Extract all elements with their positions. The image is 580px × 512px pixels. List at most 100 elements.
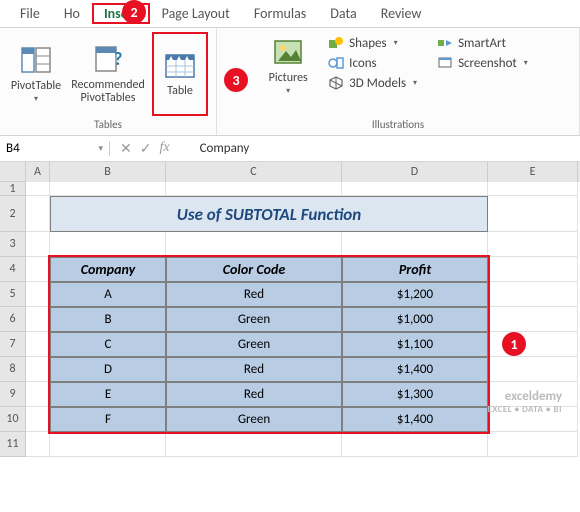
row-header[interactable]: 5	[0, 282, 26, 307]
tab-home[interactable]: Ho	[52, 5, 92, 22]
table-button[interactable]: Table	[152, 32, 208, 116]
pictures-button[interactable]: Pictures ▾	[260, 32, 316, 100]
callout-1: 1	[502, 332, 526, 356]
table-cell[interactable]: $1,000	[342, 307, 488, 332]
enter-icon[interactable]: ✓	[140, 140, 152, 157]
row-header[interactable]: 11	[0, 432, 26, 457]
col-header-c[interactable]: C	[166, 162, 342, 182]
ribbon-group-illustrations: Pictures ▾ Shapes ▾ Icons 3D Models ▾	[217, 28, 580, 135]
table-cell[interactable]: $1,200	[342, 282, 488, 307]
screenshot-label: Screenshot	[458, 56, 517, 71]
table-cell[interactable]: F	[50, 407, 166, 432]
caret-down-icon: ▾	[413, 78, 417, 88]
watermark: exceldemy EXCEL • DATA • BI	[488, 389, 562, 415]
col-header-d[interactable]: D	[342, 162, 488, 182]
screenshot-button[interactable]: Screenshot ▾	[433, 54, 532, 72]
tab-file[interactable]: File	[8, 5, 52, 22]
pictures-icon	[272, 36, 304, 68]
3d-models-label: 3D Models	[349, 76, 406, 91]
table-cell[interactable]: $1,100	[342, 332, 488, 357]
table-cell[interactable]: E	[50, 382, 166, 407]
tab-data[interactable]: Data	[318, 5, 368, 22]
row-header[interactable]: 7	[0, 332, 26, 357]
col-header-a[interactable]: A	[26, 162, 50, 182]
data-table: Company Color Code Profit ARed$1,200 BGr…	[50, 257, 488, 432]
recommended-pivottables-button[interactable]: ? Recommended PivotTables	[68, 32, 148, 116]
smartart-icon	[437, 35, 453, 51]
shapes-label: Shapes	[349, 36, 386, 51]
caret-down-icon: ▾	[286, 87, 290, 96]
fx-icon[interactable]: fx	[159, 140, 169, 157]
ribbon-group-tables: PivotTable ▾ ? Recommended PivotTables T…	[0, 28, 217, 135]
table-cell[interactable]: Red	[166, 282, 342, 307]
name-box[interactable]: B4 ▾	[0, 141, 110, 156]
table-cell[interactable]: $1,400	[342, 407, 488, 432]
table-cell[interactable]: B	[50, 307, 166, 332]
cancel-icon[interactable]: ✕	[120, 140, 132, 157]
name-box-value: B4	[6, 141, 20, 156]
tab-formulas[interactable]: Formulas	[242, 5, 318, 22]
row-header[interactable]: 3	[0, 232, 26, 257]
watermark-sub: EXCEL • DATA • BI	[488, 404, 562, 415]
row-header[interactable]: 10	[0, 407, 26, 432]
col-header-b[interactable]: B	[50, 162, 166, 182]
caret-down-icon: ▾	[98, 143, 103, 154]
shapes-icon	[328, 35, 344, 51]
tab-page-layout[interactable]: Page Layout	[150, 5, 242, 22]
shapes-button[interactable]: Shapes ▾	[324, 34, 421, 52]
icons-button[interactable]: Icons	[324, 54, 421, 72]
row-header[interactable]: 6	[0, 307, 26, 332]
ribbon: PivotTable ▾ ? Recommended PivotTables T…	[0, 28, 580, 136]
3d-models-button[interactable]: 3D Models ▾	[324, 74, 421, 92]
tab-review[interactable]: Review	[369, 5, 434, 22]
table-cell[interactable]: Green	[166, 332, 342, 357]
table-cell[interactable]: A	[50, 282, 166, 307]
column-headers: A B C D E	[0, 162, 580, 182]
row-header[interactable]: 1	[0, 182, 26, 196]
row-header[interactable]: 4	[0, 257, 26, 282]
row-headers: 1 2 3 4 5 6 7 8 9 10 11	[0, 182, 26, 457]
illustrations-group-label: Illustrations	[372, 116, 424, 133]
3d-models-icon	[328, 75, 344, 91]
table-cell[interactable]: $1,300	[342, 382, 488, 407]
cells-area[interactable]: Use of SUBTOTAL Function Company Color C…	[26, 182, 580, 457]
menu-tabs: File Ho Insert Page Layout Formulas Data…	[0, 0, 580, 28]
callout-3: 3	[224, 68, 248, 92]
col-header-e[interactable]: E	[488, 162, 578, 182]
row-header[interactable]: 8	[0, 357, 26, 382]
table-cell[interactable]: Green	[166, 307, 342, 332]
row-header[interactable]: 9	[0, 382, 26, 407]
table-icon	[164, 49, 196, 81]
header-company[interactable]: Company	[50, 257, 166, 282]
formula-value[interactable]: Company	[180, 141, 250, 156]
screenshot-icon	[437, 55, 453, 71]
svg-text:?: ?	[114, 48, 122, 70]
icons-label: Icons	[349, 56, 376, 71]
icons-icon	[328, 55, 344, 71]
caret-down-icon: ▾	[524, 58, 528, 68]
header-color-code[interactable]: Color Code	[166, 257, 342, 282]
table-cell[interactable]: Red	[166, 357, 342, 382]
row-header[interactable]: 2	[0, 196, 26, 232]
header-profit[interactable]: Profit	[342, 257, 488, 282]
table-label: Table	[167, 85, 193, 98]
smartart-label: SmartArt	[458, 36, 506, 51]
pivottable-button[interactable]: PivotTable ▾	[8, 32, 64, 116]
pivottable-label: PivotTable	[11, 80, 61, 93]
table-cell[interactable]: C	[50, 332, 166, 357]
select-all-corner[interactable]	[0, 162, 26, 182]
table-cell[interactable]: Green	[166, 407, 342, 432]
table-cell[interactable]: Red	[166, 382, 342, 407]
table-cell[interactable]: D	[50, 357, 166, 382]
pivottable-icon	[20, 44, 52, 76]
tables-group-label: Tables	[94, 116, 122, 133]
pictures-label: Pictures	[269, 72, 308, 85]
smartart-button[interactable]: SmartArt	[433, 34, 532, 52]
recommended-label: Recommended PivotTables	[71, 79, 145, 105]
table-cell[interactable]: $1,400	[342, 357, 488, 382]
caret-down-icon: ▾	[394, 38, 398, 48]
title-cell[interactable]: Use of SUBTOTAL Function	[50, 196, 488, 232]
formula-bar: B4 ▾ ✕ ✓ fx Company	[0, 136, 580, 162]
callout-2: 2	[122, 0, 146, 24]
caret-down-icon: ▾	[34, 95, 38, 104]
